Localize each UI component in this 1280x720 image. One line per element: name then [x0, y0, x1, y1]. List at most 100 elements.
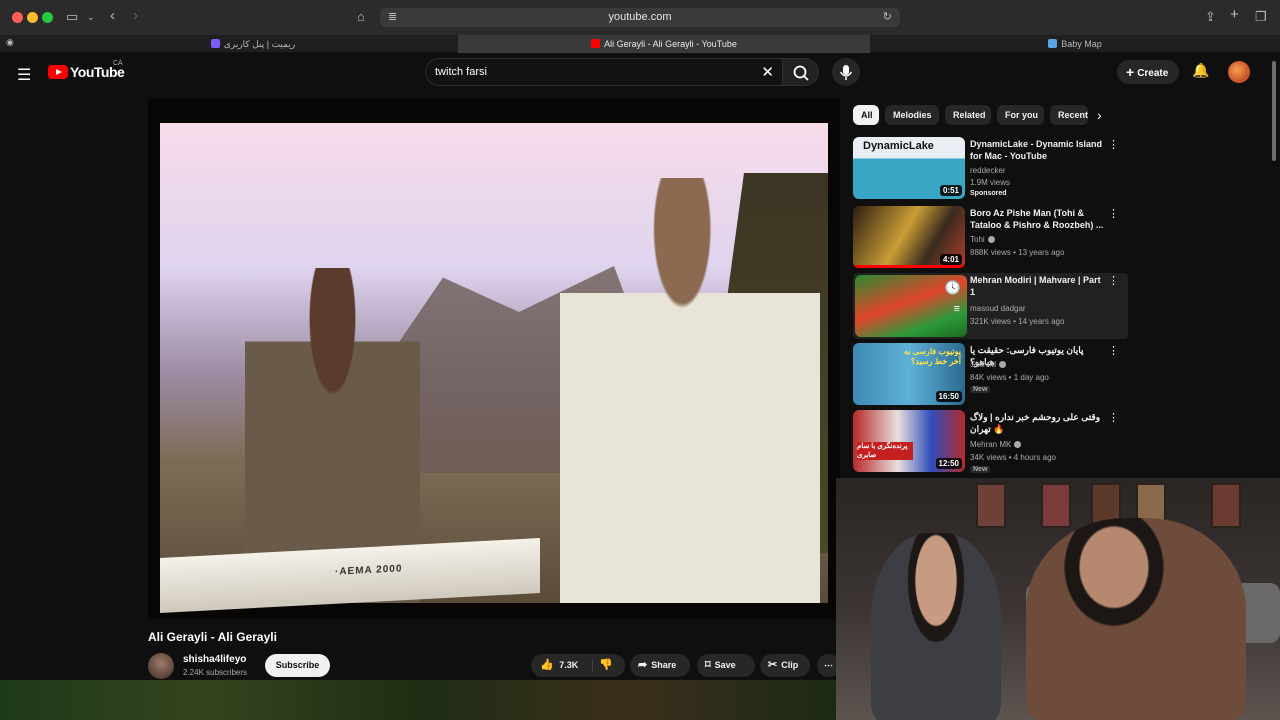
tab-remit[interactable]: ریمیت | پنل کاربری	[48, 35, 458, 53]
chip-recently-uploaded[interactable]: Recently uploaded	[1050, 105, 1088, 125]
tab-baby-map[interactable]: Baby Map	[870, 35, 1280, 53]
rec-title: وقتی علی روحشم خبر نداره | ولاگ تهران 🔥	[970, 412, 1101, 434]
chip-related[interactable]: Related	[945, 105, 991, 125]
channel-name[interactable]: shisha4lifeyo	[183, 654, 246, 665]
save-button[interactable]: ⌑ Save	[697, 654, 755, 677]
chip-for-you[interactable]: For you	[997, 105, 1044, 125]
video-player[interactable]: ·AEMA 2000	[148, 99, 840, 619]
thumbnail-text: پرنده‌نگری با سام صابری	[857, 442, 913, 460]
watch-later-icon[interactable]: 🕓	[945, 280, 961, 296]
thumbs-up-icon: 👍	[540, 659, 554, 671]
share-icon[interactable]: ⇪	[1205, 9, 1216, 25]
recommendation-item[interactable]: 4:01 Boro Az Pishe Man (Tohi & Tataloo &…	[853, 206, 1128, 270]
tab-youtube[interactable]: Ali Gerayli - Ali Gerayli - YouTube	[458, 35, 870, 53]
home-icon[interactable]: ⌂	[357, 9, 365, 24]
like-dislike-group: 👍 7.3K 👎	[531, 654, 625, 677]
rec-title: Boro Az Pishe Man (Tohi & Tataloo & Pish…	[970, 208, 1104, 230]
streamer-left	[871, 533, 1001, 720]
voice-search-button[interactable]	[832, 58, 860, 86]
more-horizontal-icon: ⋯	[824, 660, 833, 670]
avatar[interactable]	[1228, 61, 1250, 83]
rec-meta: 34K views • 4 hours ago	[970, 453, 1056, 462]
wall-poster	[1211, 483, 1241, 528]
close-window-button[interactable]	[12, 12, 23, 23]
tab-label: Baby Map	[1061, 39, 1102, 49]
duration-badge: 0:51	[939, 185, 962, 196]
video-title: Ali Gerayli - Ali Gerayli	[148, 630, 277, 644]
clear-search-icon[interactable]: ✕	[761, 63, 774, 81]
microphone-icon	[839, 65, 853, 80]
like-button[interactable]: 👍 7.3K	[540, 654, 578, 677]
forward-button[interactable]: ›	[133, 7, 138, 24]
recommendation-item[interactable]: پرنده‌نگری با سام صابری 12:50 وقتی علی ر…	[853, 410, 1128, 474]
video-thumbnail[interactable]: یوتیوب فارسی به آخر خط رسید؟ 16:50	[853, 343, 965, 405]
chevron-right-icon[interactable]: ›	[1097, 107, 1102, 123]
chip-all[interactable]: All	[853, 105, 879, 125]
video-thumbnail[interactable]: 4:01	[853, 206, 965, 268]
recommendation-item[interactable]: DynamicLake 0:51 DynamicLake - Dynamic I…	[853, 137, 1128, 201]
thumbnail-text: یوتیوب فارسی به آخر خط رسید؟	[903, 347, 961, 366]
back-button[interactable]: ‹	[110, 7, 115, 24]
thumbnail-text: DynamicLake	[863, 140, 934, 152]
add-to-queue-icon[interactable]: ≡	[954, 303, 960, 315]
search-icon	[793, 65, 809, 81]
chip-melodies[interactable]: Melodies	[885, 105, 939, 125]
rec-title: DynamicLake - Dynamic Island for Mac - Y…	[970, 139, 1103, 161]
more-vert-icon[interactable]: ⋮	[1108, 274, 1119, 287]
search-value: twitch farsi	[435, 66, 487, 78]
logo-country: CA	[113, 60, 123, 67]
chevron-down-icon[interactable]: ⌄	[87, 12, 95, 23]
rec-channel[interactable]: Mehran MK	[970, 440, 1022, 449]
rec-channel-name: Mehran MK	[970, 440, 1012, 449]
video-thumbnail[interactable]: 🕓 ≡	[855, 275, 967, 337]
more-vert-icon[interactable]: ⋮	[1108, 344, 1119, 357]
rec-title: Mehran Modiri | Mahvare | Part 1	[970, 275, 1101, 297]
rec-channel[interactable]: masoud dadgar	[970, 304, 1026, 313]
new-badge: New	[970, 466, 991, 473]
more-vert-icon[interactable]: ⋮	[1108, 138, 1119, 151]
recommendation-item[interactable]: یوتیوب فارسی به آخر خط رسید؟ 16:50 پایان…	[853, 343, 1128, 407]
sidebar-toggle-icon[interactable]: ▭	[66, 9, 78, 25]
tab-group-icon[interactable]: ◉	[6, 37, 14, 48]
youtube-play-icon	[48, 65, 68, 79]
remit-favicon-icon	[210, 39, 220, 48]
notifications-bell-icon[interactable]: 🔔	[1192, 62, 1209, 79]
youtube-favicon-icon	[591, 39, 601, 48]
channel-avatar[interactable]	[148, 653, 174, 679]
create-label: Create	[1137, 68, 1169, 79]
clip-button[interactable]: ✂ Clip	[760, 654, 810, 677]
singer	[560, 178, 820, 603]
video-frame: ·AEMA 2000	[160, 123, 828, 613]
create-button[interactable]: + Create	[1117, 60, 1179, 84]
rec-channel[interactable]: reddecker	[970, 166, 1006, 175]
video-thumbnail[interactable]: پرنده‌نگری با سام صابری 12:50	[853, 410, 965, 472]
reader-icon[interactable]: ≣	[388, 8, 397, 27]
search-button[interactable]	[783, 58, 819, 86]
keyboard-label: ·AEMA 2000	[335, 563, 403, 578]
duration-badge: 16:50	[935, 391, 962, 402]
recommendation-item[interactable]: 🕓 ≡ Mehran Modiri | Mahvare | Part 1 mas…	[853, 273, 1128, 339]
rec-meta: 321K views • 14 years ago	[970, 317, 1065, 326]
rec-channel-name: SkillVid	[970, 360, 997, 369]
tab-overview-icon[interactable]: ❐	[1255, 9, 1267, 25]
minimize-window-button[interactable]	[27, 12, 38, 23]
tab-bar: ◉ ریمیت | پنل کاربری Ali Gerayli - Ali G…	[0, 35, 1280, 53]
video-thumbnail[interactable]: DynamicLake 0:51	[853, 137, 965, 199]
rec-channel[interactable]: SkillVid	[970, 360, 1007, 369]
new-tab-icon[interactable]: +	[1230, 6, 1239, 23]
rec-channel[interactable]: Tohi	[970, 235, 995, 244]
share-button[interactable]: ➦ Share	[630, 654, 690, 677]
browser-toolbar: ▭ ⌄ ‹ › ⌂ ≣ youtube.com ↻ ⇪ + ❐	[0, 0, 1280, 35]
map-favicon-icon	[1048, 39, 1058, 48]
subscribe-button[interactable]: Subscribe	[265, 654, 330, 677]
reload-icon[interactable]: ↻	[883, 8, 892, 27]
more-vert-icon[interactable]: ⋮	[1108, 207, 1119, 220]
address-bar[interactable]: ≣ youtube.com ↻	[380, 8, 900, 27]
dislike-button[interactable]: 👎	[599, 654, 613, 677]
menu-icon[interactable]: ☰	[17, 65, 31, 85]
more-vert-icon[interactable]: ⋮	[1108, 411, 1119, 424]
search-input[interactable]: twitch farsi ✕	[425, 58, 783, 86]
watch-progress-bar	[853, 265, 965, 268]
zoom-window-button[interactable]	[42, 12, 53, 23]
scrollbar[interactable]	[1272, 61, 1276, 161]
